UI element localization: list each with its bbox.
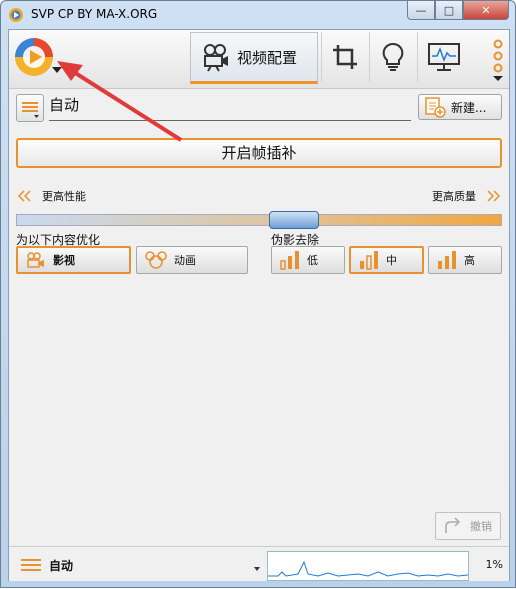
double-right-arrow-icon[interactable]	[484, 189, 502, 203]
tab-crop[interactable]	[321, 32, 368, 82]
app-icon	[9, 8, 23, 22]
video-camera-icon	[204, 44, 228, 72]
tab-monitor[interactable]	[417, 32, 470, 82]
toolbar: 视频配置	[9, 30, 509, 89]
undo-label: 撤销	[470, 520, 492, 533]
level-bars-icon	[280, 251, 299, 270]
cpu-percent: 1%	[485, 558, 503, 571]
tab-video-config-label: 视频配置	[237, 48, 298, 67]
slider-track[interactable]	[16, 214, 502, 226]
profile-row: 自动 新建...	[16, 92, 502, 124]
new-profile-button[interactable]: 新建...	[418, 94, 502, 120]
undo-button[interactable]: 撤销	[435, 512, 501, 540]
mouse-ears-icon	[145, 251, 167, 269]
optimize-film-button[interactable]: 影视	[16, 246, 131, 274]
higher-performance-label: 更高性能	[42, 190, 86, 203]
crop-icon	[333, 45, 357, 69]
svp-logo-icon[interactable]	[13, 36, 55, 78]
tab-tips[interactable]	[369, 32, 416, 82]
window-title: SVP CP BY MA-X.ORG	[31, 7, 158, 21]
double-left-arrow-icon[interactable]	[16, 189, 34, 203]
artifact-high-button[interactable]: 高	[428, 246, 502, 274]
logo-dropdown-icon[interactable]	[52, 67, 62, 73]
slider-thumb[interactable]	[269, 211, 319, 229]
status-menu-icon[interactable]	[21, 558, 41, 572]
status-dropdown-icon[interactable]	[254, 567, 260, 571]
artifact-medium-button[interactable]: 中	[349, 246, 424, 274]
level-bars-icon	[360, 251, 378, 270]
optimize-animation-button[interactable]: 动画	[136, 246, 248, 274]
level-bars-icon	[438, 251, 456, 269]
title-bar[interactable]: SVP CP BY MA-X.ORG — □ ✕	[1, 1, 515, 29]
close-button[interactable]: ✕	[463, 1, 509, 20]
artifact-high-label: 高	[464, 254, 475, 267]
more-menu-button[interactable]	[489, 36, 507, 82]
monitor-icon	[428, 43, 460, 71]
higher-quality-label: 更高质量	[432, 190, 476, 203]
frame-interpolation-button[interactable]: 开启帧插补	[16, 138, 502, 168]
artifact-low-button[interactable]: 低	[271, 246, 345, 274]
profile-name[interactable]: 自动	[49, 94, 411, 121]
profile-menu-button[interactable]	[16, 94, 44, 122]
artifact-low-label: 低	[307, 254, 318, 267]
cpu-graph-line	[268, 560, 469, 577]
hamburger-icon	[22, 102, 39, 118]
minimize-button[interactable]: —	[407, 1, 435, 20]
maximize-button[interactable]: □	[435, 1, 463, 20]
performance-quality-slider[interactable]	[16, 211, 502, 229]
new-document-icon	[425, 97, 446, 118]
vertical-dots-icon	[493, 39, 503, 81]
cpu-usage-graph	[267, 551, 469, 581]
status-bar: 自动 1%	[9, 546, 509, 581]
lightbulb-icon	[382, 42, 404, 71]
performance-labels: 更高性能 更高质量	[16, 188, 502, 206]
main-panel: 视频配置 自动 新建... 开启帧插补 更高性能 更高质量 为以下内容优化 伪影…	[8, 29, 510, 581]
film-camera-icon	[27, 252, 44, 268]
status-profile-name[interactable]: 自动	[49, 557, 73, 574]
optimize-film-label: 影视	[53, 254, 75, 267]
caption-buttons: — □ ✕	[407, 1, 509, 21]
new-profile-label: 新建...	[451, 100, 487, 115]
app-window: SVP CP BY MA-X.ORG — □ ✕ 视频配置 自动 新建... 开…	[0, 0, 516, 588]
artifact-medium-label: 中	[386, 254, 397, 267]
undo-arrow-icon	[445, 517, 461, 533]
tab-video-config[interactable]: 视频配置	[190, 32, 318, 84]
optimize-animation-label: 动画	[174, 254, 196, 267]
